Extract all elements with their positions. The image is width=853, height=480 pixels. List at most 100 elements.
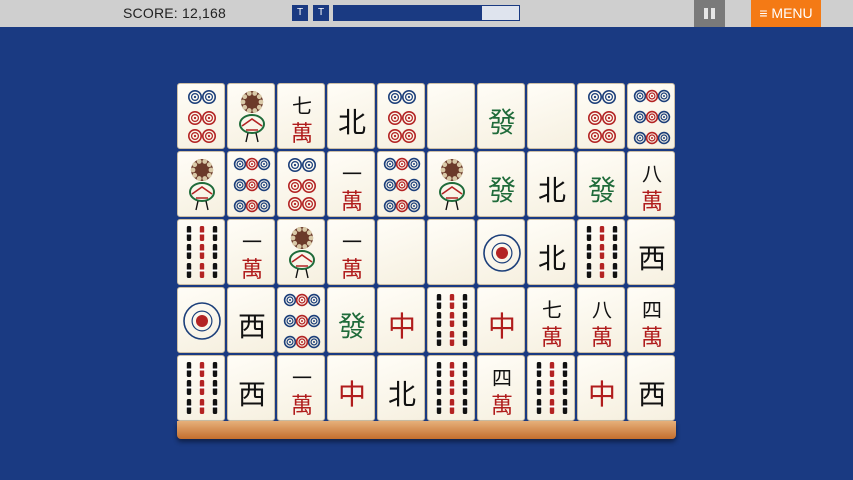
tile-circle1[interactable]: [477, 219, 525, 285]
character-number-glyph: 一: [242, 230, 262, 254]
tile-char8[interactable]: 八萬: [577, 287, 625, 353]
tile-char1[interactable]: 一萬: [277, 355, 325, 421]
tile-bamboo[interactable]: [177, 355, 225, 421]
circle1-tile-face-icon: [483, 234, 521, 272]
circle6-tile-face-icon: [288, 158, 316, 211]
tile-char1[interactable]: 一萬: [327, 151, 375, 217]
tile-char7[interactable]: 七萬: [277, 83, 325, 149]
menu-button[interactable]: ≡ MENU: [751, 0, 821, 27]
tile-circle9[interactable]: [377, 151, 425, 217]
circle9-tile-face-icon: [633, 89, 671, 145]
tile-west[interactable]: 西: [227, 355, 275, 421]
tile-red[interactable]: 中: [327, 355, 375, 421]
character-number-glyph: 四: [492, 366, 512, 390]
tile-bamboo[interactable]: [577, 219, 625, 285]
tile-green[interactable]: 發: [477, 151, 525, 217]
time-progress-bar: [333, 5, 520, 21]
green-glyph: 發: [487, 106, 516, 139]
bamboo-tile-face-icon: [586, 226, 618, 278]
progress-fill: [334, 6, 482, 20]
tile-north[interactable]: 北: [527, 151, 575, 217]
character-number-glyph: 八: [642, 162, 662, 186]
tile-blank[interactable]: [377, 219, 425, 285]
tile-blank[interactable]: [427, 83, 475, 149]
bird-tile-face-icon: [239, 91, 265, 143]
character-wan-glyph: 萬: [540, 326, 563, 351]
circle9-tile-face-icon: [283, 293, 321, 349]
north-glyph: 北: [537, 174, 566, 207]
tile-bamboo[interactable]: [427, 287, 475, 353]
bamboo-tile-face-icon: [536, 362, 568, 414]
tile-north[interactable]: 北: [377, 355, 425, 421]
tile-circle9[interactable]: [277, 287, 325, 353]
tile-char8[interactable]: 八萬: [627, 151, 675, 217]
circle9-tile-face-icon: [383, 157, 421, 213]
tile-char1[interactable]: 一萬: [327, 219, 375, 285]
tile-blank[interactable]: [427, 219, 475, 285]
pause-icon-bar: [711, 8, 715, 19]
tile-north[interactable]: 北: [327, 83, 375, 149]
bamboo-tile-face-icon: [436, 362, 468, 414]
character-wan-glyph: 萬: [290, 122, 313, 147]
tile-north[interactable]: 北: [527, 219, 575, 285]
tile-circle6[interactable]: [177, 83, 225, 149]
bamboo-tile-face-icon: [186, 226, 218, 278]
tile-bird[interactable]: [177, 151, 225, 217]
green-glyph: 發: [337, 310, 366, 343]
tile-red[interactable]: 中: [577, 355, 625, 421]
top-bar: SCORE: 12,168 T T ≡ MENU: [0, 0, 853, 27]
west-glyph: 西: [637, 378, 666, 411]
pause-icon: [704, 8, 708, 19]
tile-circle9[interactable]: [227, 151, 275, 217]
character-number-glyph: 四: [642, 298, 662, 322]
character-wan-glyph: 萬: [240, 258, 263, 283]
tile-green[interactable]: 發: [577, 151, 625, 217]
tile-bamboo[interactable]: [427, 355, 475, 421]
tile-red[interactable]: 中: [377, 287, 425, 353]
tile-circle6[interactable]: [377, 83, 425, 149]
tile-bird[interactable]: [227, 83, 275, 149]
score-display: SCORE: 12,168: [123, 5, 226, 21]
tile-west[interactable]: 西: [627, 219, 675, 285]
tile-char1[interactable]: 一萬: [227, 219, 275, 285]
character-wan-glyph: 萬: [290, 394, 313, 419]
tile-bamboo[interactable]: [527, 355, 575, 421]
circle6-tile-face-icon: [588, 90, 616, 143]
tool-button-2[interactable]: T: [313, 5, 329, 21]
west-glyph: 西: [237, 310, 266, 343]
character-wan-glyph: 萬: [590, 326, 613, 351]
circle9-tile-face-icon: [233, 157, 271, 213]
red-glyph: 中: [587, 378, 616, 411]
bamboo-tile-face-icon: [186, 362, 218, 414]
tile-green[interactable]: 發: [327, 287, 375, 353]
tile-green[interactable]: 發: [477, 83, 525, 149]
north-glyph: 北: [387, 378, 416, 411]
circle6-tile-face-icon: [388, 90, 416, 143]
tile-circle6[interactable]: [277, 151, 325, 217]
character-number-glyph: 一: [342, 162, 362, 186]
tile-bird[interactable]: [277, 219, 325, 285]
tile-bird[interactable]: [427, 151, 475, 217]
character-wan-glyph: 萬: [640, 326, 663, 351]
tile-char4[interactable]: 四萬: [627, 287, 675, 353]
character-number-glyph: 一: [292, 366, 312, 390]
tile-circle1[interactable]: [177, 287, 225, 353]
tile-char4[interactable]: 四萬: [477, 355, 525, 421]
character-number-glyph: 八: [592, 298, 612, 322]
green-glyph: 發: [587, 174, 616, 207]
tile-blank[interactable]: [527, 83, 575, 149]
tile-circle9[interactable]: [627, 83, 675, 149]
tile-west[interactable]: 西: [227, 287, 275, 353]
character-wan-glyph: 萬: [340, 258, 363, 283]
circle1-tile-face-icon: [183, 302, 221, 340]
tile-west[interactable]: 西: [627, 355, 675, 421]
green-glyph: 發: [487, 174, 516, 207]
tile-red[interactable]: 中: [477, 287, 525, 353]
tile-bamboo[interactable]: [177, 219, 225, 285]
tile-circle6[interactable]: [577, 83, 625, 149]
tile-char7[interactable]: 七萬: [527, 287, 575, 353]
character-number-glyph: 七: [292, 94, 312, 118]
character-number-glyph: 一: [342, 230, 362, 254]
pause-button[interactable]: [694, 0, 725, 27]
tool-button-1[interactable]: T: [292, 5, 308, 21]
